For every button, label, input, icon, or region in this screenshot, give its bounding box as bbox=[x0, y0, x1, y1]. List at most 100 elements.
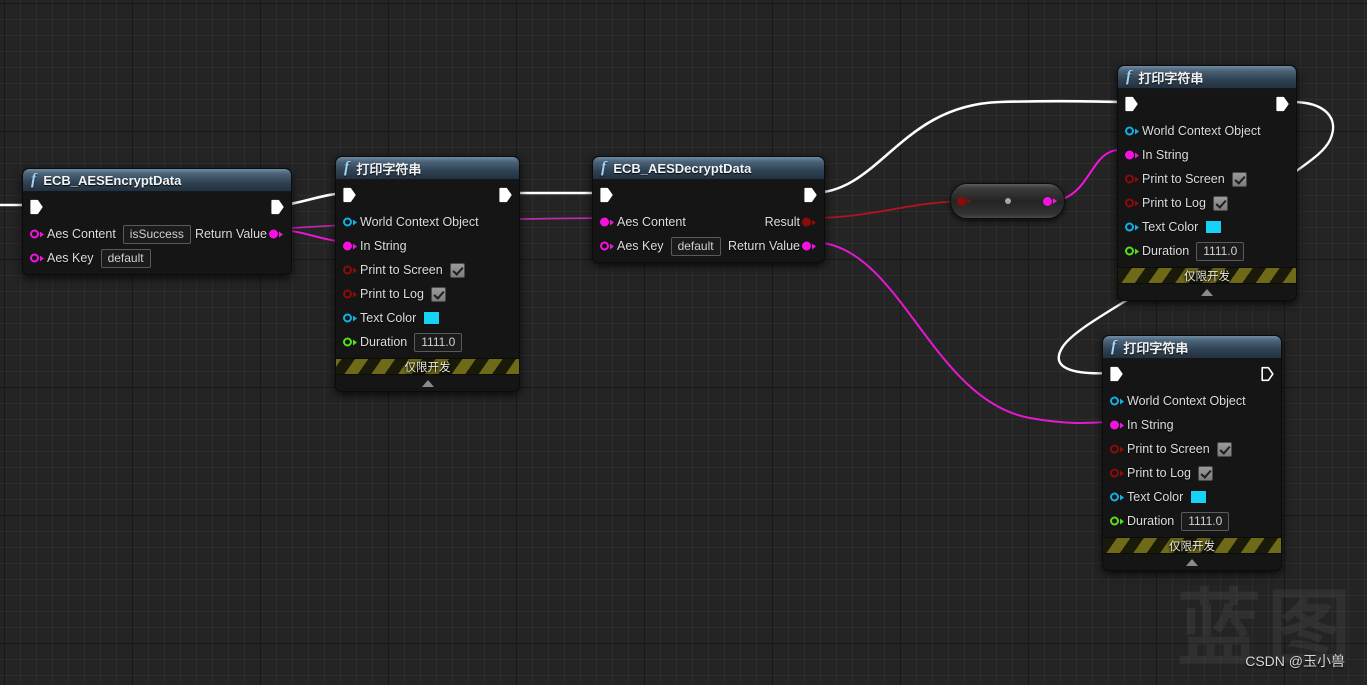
node-print-string-2-collapse-toggle[interactable] bbox=[1118, 284, 1296, 300]
node-print-string-2-in-string-pin[interactable] bbox=[1125, 150, 1140, 161]
node-print-string-3-print-to-screen-checkbox[interactable] bbox=[1216, 441, 1232, 457]
node-print-string-1-in-string-pin[interactable] bbox=[343, 241, 358, 252]
node-print-string-1-print-to-log-pin-wrap bbox=[343, 289, 358, 300]
node-print-string-1-collapse-toggle[interactable] bbox=[336, 375, 519, 391]
node-print-string-1-body: World Context Object In String Print to Sc… bbox=[336, 180, 519, 358]
node-aes-encrypt-aes-content-pin-wrap bbox=[30, 229, 45, 240]
node-print-string-3-dev-only-banner: 仅限开发 bbox=[1103, 537, 1281, 554]
converter-output-pin[interactable] bbox=[1043, 196, 1058, 207]
node-aes-encrypt-body: Aes Content isSuccess Return Value Aes Key d… bbox=[23, 192, 291, 274]
node-aes-decrypt-row-1: Aes Key default Return Value bbox=[593, 234, 824, 258]
node-print-string-1-row-4: Text Color bbox=[336, 306, 519, 330]
node-aes-encrypt-aes-key-value[interactable]: default bbox=[100, 248, 151, 268]
node-print-string-3[interactable]: f 打印字符串 World Context Object In String Print… bbox=[1102, 335, 1282, 571]
node-print-string-2-print-to-screen-pin[interactable] bbox=[1125, 174, 1140, 185]
node-aes-encrypt-exec-in-pin[interactable] bbox=[30, 199, 43, 215]
node-print-string-3-print-to-log-pin-wrap bbox=[1110, 468, 1125, 479]
node-print-string-1-print-to-log-checkbox[interactable] bbox=[430, 286, 446, 302]
node-print-string-3-exec-out-pin[interactable] bbox=[1261, 366, 1274, 382]
node-aes-decrypt-aes-key-value[interactable]: default bbox=[670, 236, 721, 256]
node-print-string-2-print-to-screen-label: Print to Screen bbox=[1142, 172, 1225, 186]
node-print-string-1-exec-in-pin[interactable] bbox=[343, 187, 356, 203]
node-print-string-1-print-to-screen-checkbox[interactable] bbox=[449, 262, 465, 278]
node-aes-decrypt-exec-in-pin[interactable] bbox=[600, 187, 613, 203]
node-print-string-3-duration-pin-wrap bbox=[1110, 516, 1125, 527]
node-print-string-1-world-context-object-pin[interactable] bbox=[343, 217, 358, 228]
node-print-string-3-text-color-swatch[interactable] bbox=[1190, 490, 1208, 504]
node-aes-encrypt-return-value-pin[interactable] bbox=[269, 229, 284, 240]
converter-input-pin[interactable] bbox=[957, 196, 972, 207]
node-print-string-1-world-context-object-label: World Context Object bbox=[360, 215, 479, 229]
node-aes-encrypt-exec-out-pin[interactable] bbox=[271, 199, 284, 215]
node-aes-encrypt-row-0: Aes Content isSuccess Return Value bbox=[23, 222, 291, 246]
node-print-string-1-text-color-pin[interactable] bbox=[343, 313, 358, 324]
node-print-string-3-header[interactable]: f 打印字符串 bbox=[1103, 336, 1281, 359]
node-aes-decrypt-header[interactable]: f ECB_AESDecryptData bbox=[593, 157, 824, 180]
node-print-string-2-duration-pin[interactable] bbox=[1125, 246, 1140, 257]
node-print-string-1-row-5: Duration 1111.0 bbox=[336, 330, 519, 354]
node-print-string-1-world-context-object-pin-wrap bbox=[343, 217, 358, 228]
node-print-string-3-print-to-screen-pin[interactable] bbox=[1110, 444, 1125, 455]
node-print-string-1-header[interactable]: f 打印字符串 bbox=[336, 157, 519, 180]
node-print-string-3-duration-value[interactable]: 1111.0 bbox=[1181, 511, 1230, 531]
node-aes-encrypt-aes-content-label: Aes Content bbox=[47, 227, 116, 241]
node-print-string-2-print-to-screen-checkbox[interactable] bbox=[1231, 171, 1247, 187]
wire-data-decrypt-return-to-print3-instring bbox=[811, 241, 1114, 424]
node-print-string-2-exec-in-pin[interactable] bbox=[1125, 96, 1138, 112]
node-print-string-1-print-to-screen-pin-wrap bbox=[343, 265, 358, 276]
node-print-string-3-duration-pin[interactable] bbox=[1110, 516, 1125, 527]
node-print-string-3-world-context-object-pin[interactable] bbox=[1110, 396, 1125, 407]
node-aes-decrypt-aes-key-pin-wrap bbox=[600, 241, 615, 252]
node-aes-decrypt-aes-content-pin[interactable] bbox=[600, 217, 615, 228]
node-print-string-2-print-to-log-label: Print to Log bbox=[1142, 196, 1206, 210]
node-print-string-3-row-2: Print to Screen bbox=[1103, 437, 1281, 461]
node-print-string-2-text-color-pin[interactable] bbox=[1125, 222, 1140, 233]
function-icon: f bbox=[1111, 338, 1117, 355]
node-print-string-2[interactable]: f 打印字符串 World Context Object In String Print… bbox=[1117, 65, 1297, 301]
node-print-string-1-title: 打印字符串 bbox=[356, 161, 422, 177]
node-aes-decrypt-return-value-pin[interactable] bbox=[802, 241, 817, 252]
node-print-string-2-print-to-log-pin[interactable] bbox=[1125, 198, 1140, 209]
node-print-string-2-text-color-swatch[interactable] bbox=[1205, 220, 1223, 234]
node-print-string-1-duration-value[interactable]: 1111.0 bbox=[414, 332, 463, 352]
node-aes-decrypt-exec-out-pin[interactable] bbox=[804, 187, 817, 203]
node-print-string-1-row-2: Print to Screen bbox=[336, 258, 519, 282]
node-print-string-3-exec-in-pin[interactable] bbox=[1110, 366, 1123, 382]
triangle-up-icon bbox=[1186, 558, 1198, 566]
node-print-string-2-exec-out-pin[interactable] bbox=[1276, 96, 1289, 112]
node-print-string-2-dev-only-label: 仅限开发 bbox=[1184, 270, 1230, 283]
node-print-string-3-text-color-pin[interactable] bbox=[1110, 492, 1125, 503]
node-aes-decrypt-result-pin[interactable] bbox=[802, 217, 817, 228]
node-aes-encrypt-header[interactable]: f ECB_AESEncryptData bbox=[23, 169, 291, 192]
node-print-string-1-exec-out-pin[interactable] bbox=[499, 187, 512, 203]
node-print-string-2-print-to-log-checkbox[interactable] bbox=[1212, 195, 1228, 211]
node-print-string-3-world-context-object-pin-wrap bbox=[1110, 396, 1125, 407]
node-print-string-2-world-context-object-pin-wrap bbox=[1125, 126, 1140, 137]
node-aes-encrypt-aes-key-pin[interactable] bbox=[30, 253, 45, 264]
blueprint-graph-canvas[interactable]: f ECB_AESEncryptData Aes Content isSuccess R… bbox=[0, 0, 1367, 685]
node-print-string-1-dev-only-label: 仅限开发 bbox=[404, 361, 451, 374]
node-aes-decrypt[interactable]: f ECB_AESDecryptData Aes Content Result Aes … bbox=[592, 156, 825, 263]
node-bool-to-string-converter[interactable] bbox=[950, 183, 1065, 219]
node-print-string-1[interactable]: f 打印字符串 World Context Object In String Print… bbox=[335, 156, 520, 392]
node-print-string-1-print-to-screen-pin[interactable] bbox=[343, 265, 358, 276]
triangle-up-icon bbox=[1201, 288, 1213, 296]
node-aes-encrypt-aes-content-value[interactable]: isSuccess bbox=[122, 224, 191, 244]
node-print-string-2-duration-label: Duration bbox=[1142, 244, 1190, 258]
node-print-string-1-duration-pin[interactable] bbox=[343, 337, 358, 348]
node-print-string-3-collapse-toggle[interactable] bbox=[1103, 554, 1281, 570]
node-aes-encrypt-aes-content-pin[interactable] bbox=[30, 229, 45, 240]
node-print-string-2-world-context-object-pin[interactable] bbox=[1125, 126, 1140, 137]
node-print-string-2-duration-value[interactable]: 1111.0 bbox=[1196, 241, 1245, 261]
node-print-string-2-header[interactable]: f 打印字符串 bbox=[1118, 66, 1296, 89]
node-aes-decrypt-aes-key-pin[interactable] bbox=[600, 241, 615, 252]
node-print-string-3-print-to-log-checkbox[interactable] bbox=[1197, 465, 1213, 481]
node-print-string-3-in-string-pin[interactable] bbox=[1110, 420, 1125, 431]
converter-center-dot bbox=[1004, 198, 1011, 204]
node-print-string-3-print-to-screen-pin-wrap bbox=[1110, 444, 1125, 455]
node-print-string-3-print-to-log-pin[interactable] bbox=[1110, 468, 1125, 479]
node-print-string-1-text-color-swatch[interactable] bbox=[423, 311, 441, 325]
node-print-string-2-in-string-pin-wrap bbox=[1125, 150, 1140, 161]
node-aes-encrypt[interactable]: f ECB_AESEncryptData Aes Content isSuccess R… bbox=[22, 168, 292, 275]
node-print-string-1-print-to-log-pin[interactable] bbox=[343, 289, 358, 300]
